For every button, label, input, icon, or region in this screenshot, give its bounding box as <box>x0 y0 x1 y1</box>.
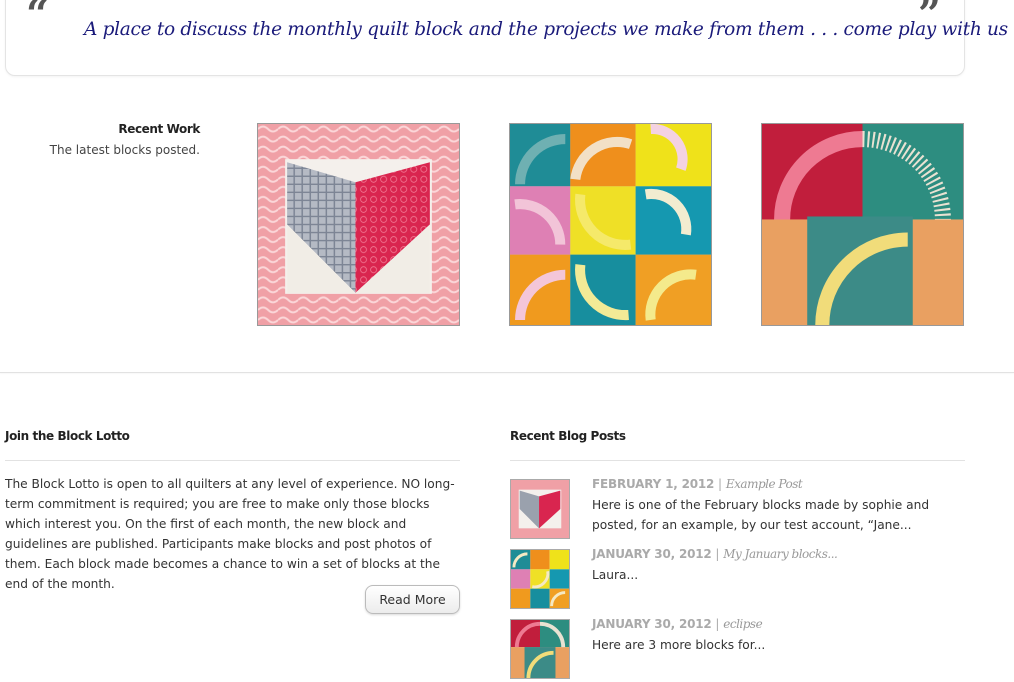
arc-nine-patch-quilt-block-thumb <box>511 550 569 608</box>
blog-post-thumbnail[interactable] <box>510 479 570 539</box>
blog-post-title-link[interactable]: eclipse <box>723 617 762 631</box>
blog-post-date: JANUARY 30, 2012 <box>592 617 712 631</box>
blog-post-item: JANUARY 30, 2012 | eclipse Here are 3 mo… <box>510 617 970 681</box>
recent-work-thumbnail-arcs[interactable] <box>509 123 712 326</box>
meta-separator: | <box>718 477 723 491</box>
blog-post-thumbnail[interactable] <box>510 549 570 609</box>
heart-quilt-block-thumb <box>511 480 569 538</box>
arc-four-patch-quilt-block-thumb <box>511 620 569 678</box>
meta-separator: | <box>715 617 720 631</box>
recent-work-subtitle: The latest blocks posted. <box>49 143 200 157</box>
arc-four-patch-quilt-block-image <box>762 124 963 325</box>
open-quote-icon: “ <box>26 0 50 38</box>
blog-post-excerpt: Here are 3 more blocks for... <box>592 638 766 652</box>
meta-separator: | <box>715 547 720 561</box>
join-heading-rule <box>5 460 460 461</box>
close-quote-icon: ” <box>918 0 942 38</box>
blog-post-item: FEBRUARY 1, 2012 | Example Post Here is … <box>510 477 970 541</box>
join-heading: Join the Block Lotto <box>5 429 130 443</box>
blog-post-excerpt: Here is one of the February blocks made … <box>592 498 930 532</box>
recent-work-heading: Recent Work <box>118 122 200 136</box>
site-tagline: A place to discuss the monthly quilt blo… <box>84 19 1008 40</box>
recent-work-thumbnail-heart[interactable] <box>257 123 460 326</box>
blog-heading-rule <box>510 460 965 461</box>
blog-post-title-link[interactable]: Example Post <box>726 477 803 491</box>
recent-work-thumbnail-arcs-large[interactable] <box>761 123 964 326</box>
blog-post-item: JANUARY 30, 2012 | My January blocks... … <box>510 547 970 611</box>
arc-nine-patch-quilt-block-image <box>510 124 711 325</box>
section-divider <box>0 372 1014 373</box>
blog-post-date: JANUARY 30, 2012 <box>592 547 712 561</box>
heart-quilt-block-image <box>258 124 459 325</box>
blog-post-date: FEBRUARY 1, 2012 <box>592 477 715 491</box>
tagline-box: “ A place to discuss the monthly quilt b… <box>5 0 1008 76</box>
read-more-button[interactable]: Read More <box>365 585 460 614</box>
blog-post-title-link[interactable]: My January blocks... <box>723 547 838 561</box>
blog-post-excerpt: Laura... <box>592 568 639 582</box>
blog-post-thumbnail[interactable] <box>510 619 570 679</box>
join-description: The Block Lotto is open to all quilters … <box>5 477 455 591</box>
recent-blog-posts-heading: Recent Blog Posts <box>510 429 626 443</box>
